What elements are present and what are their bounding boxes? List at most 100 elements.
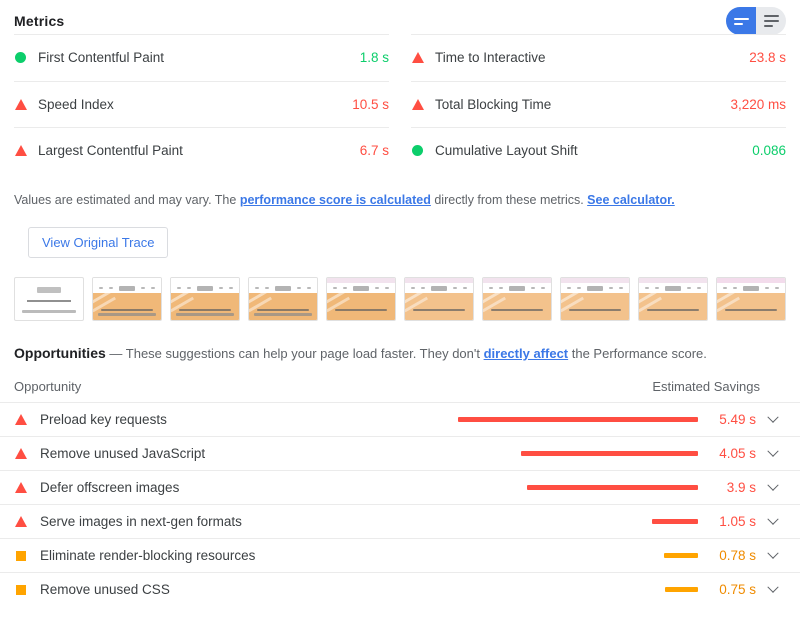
fail-triangle-icon [14, 516, 40, 527]
see-calculator-link[interactable]: See calculator. [587, 193, 675, 207]
column-header-estimated-savings: Estimated Savings [652, 379, 760, 394]
toggle-compact-view[interactable] [726, 7, 756, 35]
savings-value: 0.75 s [719, 582, 756, 597]
metric-row[interactable]: Speed Index 10.5 s [14, 80, 389, 128]
table-row[interactable]: Preload key requests 5.49 s [0, 402, 800, 436]
table-row[interactable]: Remove unused JavaScript 4.05 s [0, 436, 800, 470]
fail-triangle-icon [411, 52, 435, 64]
fail-triangle-icon [14, 414, 40, 425]
savings-bar [652, 519, 698, 524]
filmstrip-frame[interactable] [326, 277, 396, 321]
savings-bar [458, 417, 698, 422]
metric-value: 0.086 [752, 143, 786, 159]
metrics-grid: First Contentful Paint 1.8 s Speed Index… [0, 34, 800, 174]
savings-bar [665, 587, 698, 592]
savings-value: 1.05 s [719, 514, 756, 529]
view-mode-toggle[interactable] [726, 7, 786, 35]
metric-label: Total Blocking Time [435, 96, 552, 112]
column-header-opportunity: Opportunity [14, 379, 82, 394]
opportunities-intro: Opportunities — These suggestions can he… [0, 321, 800, 361]
filmstrip-frame[interactable] [716, 277, 786, 321]
filmstrip-frame[interactable] [404, 277, 474, 321]
expanded-icon-bar-1 [763, 15, 779, 17]
filmstrip-frame[interactable] [482, 277, 552, 321]
savings-bar-track [454, 417, 698, 422]
performance-score-link[interactable]: performance score is calculated [240, 193, 431, 207]
metric-label: Largest Contentful Paint [38, 143, 183, 159]
savings-bar-track [454, 519, 698, 524]
metrics-disclaimer: Values are estimated and may vary. The p… [0, 174, 800, 210]
pass-circle-icon [411, 145, 435, 157]
chevron-down-icon[interactable] [760, 411, 786, 424]
metrics-column-right: Time to Interactive 23.8 s Total Blockin… [411, 34, 786, 174]
pass-circle-icon [14, 52, 38, 64]
savings-value: 3.9 s [726, 480, 756, 495]
opportunity-label: Defer offscreen images [40, 480, 180, 495]
expanded-icon-bar-3 [763, 25, 773, 27]
opportunity-label: Remove unused CSS [40, 582, 170, 597]
metric-row[interactable]: First Contentful Paint 1.8 s [14, 34, 389, 81]
metric-row[interactable]: Total Blocking Time 3,220 ms [411, 80, 786, 128]
chevron-down-icon[interactable] [760, 445, 786, 458]
opportunity-label: Remove unused JavaScript [40, 446, 206, 461]
compact-icon-bar-2 [733, 22, 743, 25]
opportunity-label: Serve images in next-gen formats [40, 514, 242, 529]
toggle-expanded-view[interactable] [756, 7, 786, 35]
screenshot-filmstrip [0, 258, 800, 321]
metric-label: Speed Index [38, 96, 114, 112]
filmstrip-frame[interactable] [248, 277, 318, 321]
avg-square-icon [14, 550, 40, 561]
fail-triangle-icon [14, 98, 38, 110]
savings-bar [664, 553, 698, 558]
metric-value: 10.5 s [352, 96, 389, 112]
savings-value: 5.49 s [719, 412, 756, 427]
fail-triangle-icon [14, 482, 40, 493]
disclaimer-text-1: Values are estimated and may vary. The [14, 192, 240, 207]
fail-triangle-icon [411, 98, 435, 110]
compact-icon-bar-1 [733, 17, 749, 20]
table-row[interactable]: Defer offscreen images 3.9 s [0, 470, 800, 504]
lighthouse-performance-report: Metrics First Contentful Paint 1.8 s Spe… [0, 0, 800, 619]
opportunity-label: Preload key requests [40, 412, 167, 427]
view-original-trace-button[interactable]: View Original Trace [28, 227, 169, 258]
fail-triangle-icon [14, 448, 40, 459]
filmstrip-frame[interactable] [170, 277, 240, 321]
table-row[interactable]: Eliminate render-blocking resources 0.78… [0, 538, 800, 572]
metric-value: 23.8 s [749, 50, 786, 66]
metric-label: First Contentful Paint [38, 50, 165, 66]
metrics-column-left: First Contentful Paint 1.8 s Speed Index… [14, 34, 389, 174]
metric-value: 3,220 ms [730, 96, 786, 112]
chevron-down-icon[interactable] [760, 513, 786, 526]
intro-text-2: the Performance score. [568, 346, 707, 361]
metric-row[interactable]: Cumulative Layout Shift 0.086 [411, 127, 786, 174]
opportunity-label: Eliminate render-blocking resources [40, 548, 256, 563]
metric-value: 6.7 s [359, 143, 389, 159]
filmstrip-frame[interactable] [560, 277, 630, 321]
intro-text-1: These suggestions can help your page loa… [125, 346, 484, 361]
savings-bar [527, 485, 698, 490]
directly-affect-link[interactable]: directly affect [484, 346, 569, 361]
savings-bar-track [454, 485, 698, 490]
intro-dash: — [105, 346, 126, 361]
filmstrip-frame[interactable] [638, 277, 708, 321]
savings-value: 0.78 s [719, 548, 756, 563]
metric-row[interactable]: Time to Interactive 23.8 s [411, 34, 786, 81]
filmstrip-frame[interactable] [14, 277, 84, 321]
savings-bar-track [454, 553, 698, 558]
metric-value: 1.8 s [359, 50, 389, 66]
metrics-title: Metrics [14, 13, 65, 29]
opportunities-title: Opportunities [14, 345, 106, 361]
table-row[interactable]: Serve images in next-gen formats 1.05 s [0, 504, 800, 538]
metrics-header: Metrics [0, 0, 800, 35]
savings-bar-track [454, 587, 698, 592]
filmstrip-frame[interactable] [92, 277, 162, 321]
savings-bar-track [454, 451, 698, 456]
chevron-down-icon[interactable] [760, 581, 786, 594]
chevron-down-icon[interactable] [760, 547, 786, 560]
savings-bar [521, 451, 698, 456]
metric-row[interactable]: Largest Contentful Paint 6.7 s [14, 127, 389, 174]
disclaimer-text-2: directly from these metrics. [430, 192, 588, 207]
opportunities-table-header: Opportunity Estimated Savings [0, 361, 800, 402]
table-row[interactable]: Remove unused CSS 0.75 s [0, 572, 800, 606]
chevron-down-icon[interactable] [760, 479, 786, 492]
